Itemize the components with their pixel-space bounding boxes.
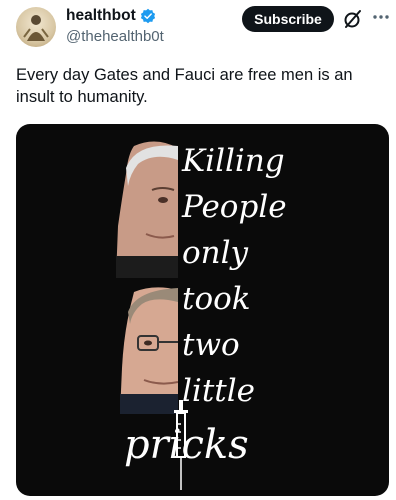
poem-line: only <box>182 235 249 271</box>
face-top-illustration <box>116 141 178 278</box>
poem-last-line: pricks <box>124 422 249 468</box>
poem-line: Killing <box>182 143 285 179</box>
poem-line: People <box>182 189 287 225</box>
tweet-text: Every day Gates and Fauci are free men i… <box>16 66 353 106</box>
grok-slash-icon[interactable] <box>342 8 364 30</box>
subscribe-button[interactable]: Subscribe <box>242 6 334 32</box>
face-bottom-illustration <box>120 287 178 414</box>
verified-badge-icon[interactable] <box>140 8 156 24</box>
more-dots-icon[interactable] <box>370 6 392 28</box>
avatar[interactable] <box>16 7 56 47</box>
face-photo-bottom <box>120 284 178 414</box>
avatar-figure-icon <box>23 15 49 41</box>
poem-line: took <box>182 281 251 317</box>
display-name-row: healthbot <box>66 6 164 26</box>
tweet-image[interactable]: Killing People only took two little pric… <box>16 124 389 496</box>
author-handle[interactable]: @thehealthb0t <box>66 27 164 47</box>
display-name[interactable]: healthbot <box>66 6 136 26</box>
poem-text: Killing People only took two little <box>182 138 382 414</box>
face-photo-top <box>116 138 178 278</box>
poem-line: little <box>182 373 256 409</box>
tweet-header: healthbot @thehealthb0t Subscribe <box>0 0 396 56</box>
poem-line: two <box>182 327 240 363</box>
author-names: healthbot @thehealthb0t <box>66 6 164 47</box>
